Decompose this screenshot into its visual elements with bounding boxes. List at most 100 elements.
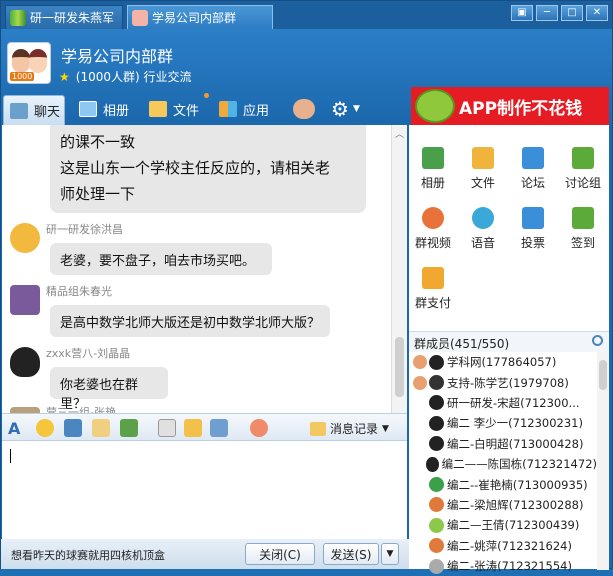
member-row[interactable]: 编二-张涛(712321554) [409,556,597,576]
member-list-header: 群成员(451/550) [409,332,609,352]
message-bubble: 你老婆也在群里？ [50,367,168,412]
app-checkin[interactable]: 签到 [559,203,607,257]
role-spacer [413,457,424,471]
role-spacer [413,416,427,430]
message-history-button[interactable]: 消息记录 ▼ [310,420,389,437]
member-avatar-icon [429,497,444,513]
text-cursor [10,449,11,463]
member-avatar-icon [429,558,444,574]
app-vote[interactable]: 投票 [509,203,557,257]
notification-dot [204,93,209,98]
member-row[interactable]: 编二 李少一(712300231) [409,413,597,433]
avatar[interactable] [10,223,40,253]
tab-chat[interactable]: 聊天 [3,95,65,125]
member-row[interactable]: 学科网(177864057) [409,352,597,372]
discussion-icon [572,147,594,169]
message-input[interactable] [2,441,407,539]
folder-icon [472,147,494,169]
font-icon[interactable]: A [8,419,26,438]
member-list-panel: 群成员(451/550) 学科网(177864057) 支持-陈学艺(197970… [409,331,609,574]
history-label: 消息记录 [330,422,379,436]
member-row[interactable]: 编二--崔艳楠(713000935) [409,474,597,494]
app-discussion[interactable]: 讨论组 [559,143,607,197]
history-icon [310,421,326,436]
member-list: 学科网(177864057) 支持-陈学艺(1979708) 研一研发-宋超(712… [409,352,597,576]
member-name: 编二 李少一(712300231) [447,416,583,431]
folder-icon [149,101,167,117]
tab-album-label: 相册 [103,103,130,119]
tab-file[interactable]: 文件 [149,95,199,123]
app-label: 讨论组 [564,176,601,190]
member-row[interactable]: 支持-陈学艺(1979708) [409,372,597,392]
scroll-up-icon[interactable]: ︿ [395,127,404,140]
sticker-icon[interactable] [250,419,268,437]
settings-button[interactable]: ⚙ ▼ [331,95,360,123]
tab-album[interactable]: 相册 [79,95,129,123]
ad-banner[interactable]: APP制作不花钱 [411,87,609,125]
emoji-icon[interactable] [36,419,54,437]
clipboard-icon[interactable] [158,419,176,437]
role-spacer [413,498,427,512]
member-row[interactable]: 编二-梁旭辉(712300288) [409,495,597,515]
footer-ad[interactable]: 想看昨天的球赛就用四核机顶盒 [11,547,165,563]
close-icon[interactable]: ✕ [586,5,608,21]
close-button[interactable]: 关闭(C) [245,543,315,565]
app-label: 群支付 [414,296,451,310]
send-options-button[interactable]: ▼ [381,543,399,565]
admin-icon [413,355,427,370]
app-pay[interactable]: 群支付 [409,263,457,317]
add-member-button[interactable] [293,95,321,123]
album-icon [422,147,444,169]
search-icon[interactable] [592,335,603,346]
member-row[interactable]: 编二-白明超(713000428) [409,434,597,454]
avatar[interactable] [10,285,40,315]
sender-name: 营三一组-张艳 [46,406,116,413]
member-name: 学科网(177864057) [447,355,557,370]
send-button[interactable]: 发送(S) [323,543,379,565]
message-line: 这是山东一个学校主任反应的，请相关老 [60,159,331,177]
screenshot-icon[interactable] [210,419,228,437]
member-name: 研一研发-宋超(712300... [447,395,580,410]
tab-apps[interactable]: 应用 [219,95,269,123]
app-panel: 相册 文件 论坛 讨论组 群视频 语音 投票 签到 群支付 [409,125,609,335]
avatar[interactable] [10,347,40,377]
app-file[interactable]: 文件 [459,143,507,197]
menu-icon[interactable]: ▣ [511,5,533,21]
member-count: 群成员(451/550) [414,337,510,351]
message-scrollbar[interactable]: ︿ [391,125,407,413]
app-video[interactable]: 群视频 [409,203,457,257]
app-voice[interactable]: 语音 [459,203,507,257]
doodle-icon[interactable] [92,419,110,437]
message-area[interactable]: 的课不一致 这是山东一个学校主任反应的，请相关老 师处理一下 研一研发徐洪昌 老… [2,125,407,413]
member-avatar-icon [429,436,444,452]
chevron-down-icon: ▼ [382,423,389,434]
group-name[interactable]: 学易公司内部群 [61,43,173,67]
member-name: 编二-姚萍(712321624) [447,538,572,553]
member-row[interactable]: 研一研发-宋超(712300... [409,393,597,413]
member-avatar-icon [429,538,444,554]
tab-private-chat[interactable]: 研一研发朱燕军 [5,5,123,29]
image-icon[interactable] [120,419,138,437]
member-row[interactable]: 编二-姚萍(712321624) [409,536,597,556]
member-row[interactable]: 编二—王倩(712300439) [409,515,597,535]
role-spacer [413,518,427,532]
group-avatar[interactable]: 1000 [7,42,51,84]
app-album[interactable]: 相册 [409,143,457,197]
maximize-icon[interactable]: □ [561,5,583,21]
app-forum[interactable]: 论坛 [509,143,557,197]
tab-group-chat[interactable]: 学易公司内部群 [127,5,273,29]
member-avatar-icon [429,415,444,431]
tab-bar: 研一研发朱燕军 学易公司内部群 ▣ ─ □ ✕ [1,1,612,29]
vote-icon [522,207,544,229]
app-label: 相册 [420,176,445,190]
member-name: 编二-白明超(713000428) [447,436,584,451]
app-label: 论坛 [520,176,545,190]
shake-icon[interactable] [64,419,82,437]
member-scrollbar[interactable] [597,352,609,570]
member-row[interactable]: 编二——陈国栋(712321472) [409,454,597,474]
member-name: 编二—王倩(712300439) [447,518,580,533]
sender-name: 研一研发徐洪昌 [46,223,123,236]
member-count-badge: 1000 [10,72,35,81]
minimize-icon[interactable]: ─ [536,5,558,21]
attachment-icon[interactable] [184,419,202,437]
